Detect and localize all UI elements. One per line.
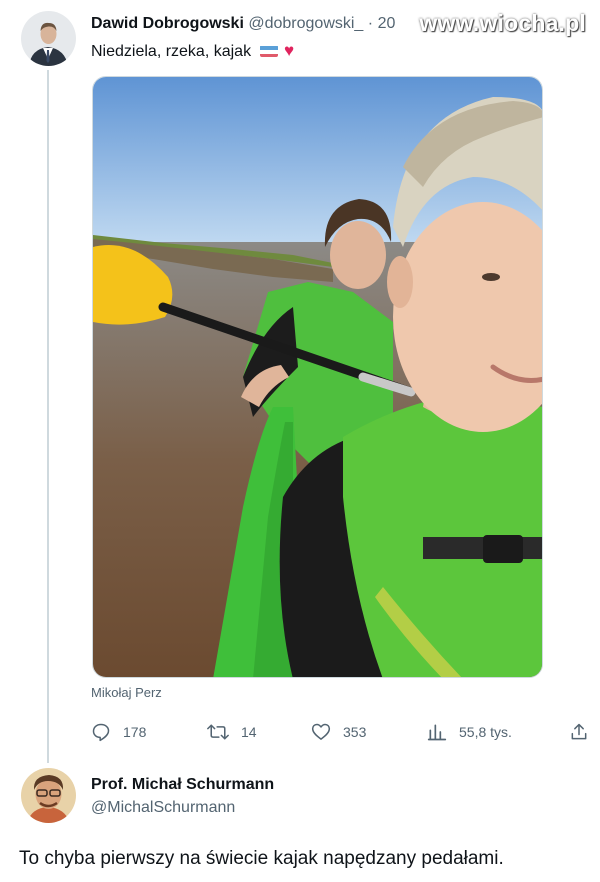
watermark: www.wiocha.pl: [419, 10, 586, 36]
reply-author-handle[interactable]: @MichalSchurmann: [91, 799, 235, 817]
reply-author-avatar[interactable]: [21, 768, 76, 823]
reply-button[interactable]: 178: [91, 718, 146, 746]
tweet-author-row: Dawid Dobrogowski @dobrogowski_ · 20: [91, 15, 395, 37]
like-count: 353: [343, 724, 367, 740]
photo-credit[interactable]: Mikołaj Perz: [91, 685, 162, 700]
retweet-button[interactable]: 14: [207, 718, 257, 746]
views-chart-icon: [427, 724, 447, 741]
reply-count: 178: [123, 724, 147, 740]
share-icon: [571, 723, 587, 740]
share-button[interactable]: [569, 718, 600, 746]
views-count: 55,8 tys.: [459, 724, 512, 740]
reply-text: To chyba pierwszy na świecie kajak napęd…: [19, 848, 504, 869]
author-avatar[interactable]: [21, 11, 76, 66]
reply-icon: [92, 723, 110, 742]
views-button[interactable]: 55,8 tys.: [427, 718, 512, 746]
retweet-icon: [207, 724, 229, 740]
author-handle[interactable]: @dobrogowski_: [248, 15, 363, 32]
reply-author-name[interactable]: Prof. Michał Schurmann: [91, 776, 274, 794]
tweet-date[interactable]: 20: [378, 15, 396, 32]
tweet-photo[interactable]: [92, 76, 543, 678]
like-button[interactable]: 353: [311, 718, 366, 746]
tweet-text: Niedziela, rzeka, kajak ♥: [91, 41, 294, 61]
flag-icon: [259, 45, 278, 57]
separator: ·: [367, 15, 374, 32]
thread-line: [47, 70, 49, 763]
heart-icon: [311, 723, 331, 740]
tweet-actions: 178 14 353 55,8 tys.: [91, 718, 591, 746]
tweet-body: Niedziela, rzeka, kajak: [91, 43, 252, 60]
author-name[interactable]: Dawid Dobrogowski: [91, 15, 244, 32]
heart-emoji: ♥: [283, 41, 295, 60]
retweet-count: 14: [241, 724, 257, 740]
